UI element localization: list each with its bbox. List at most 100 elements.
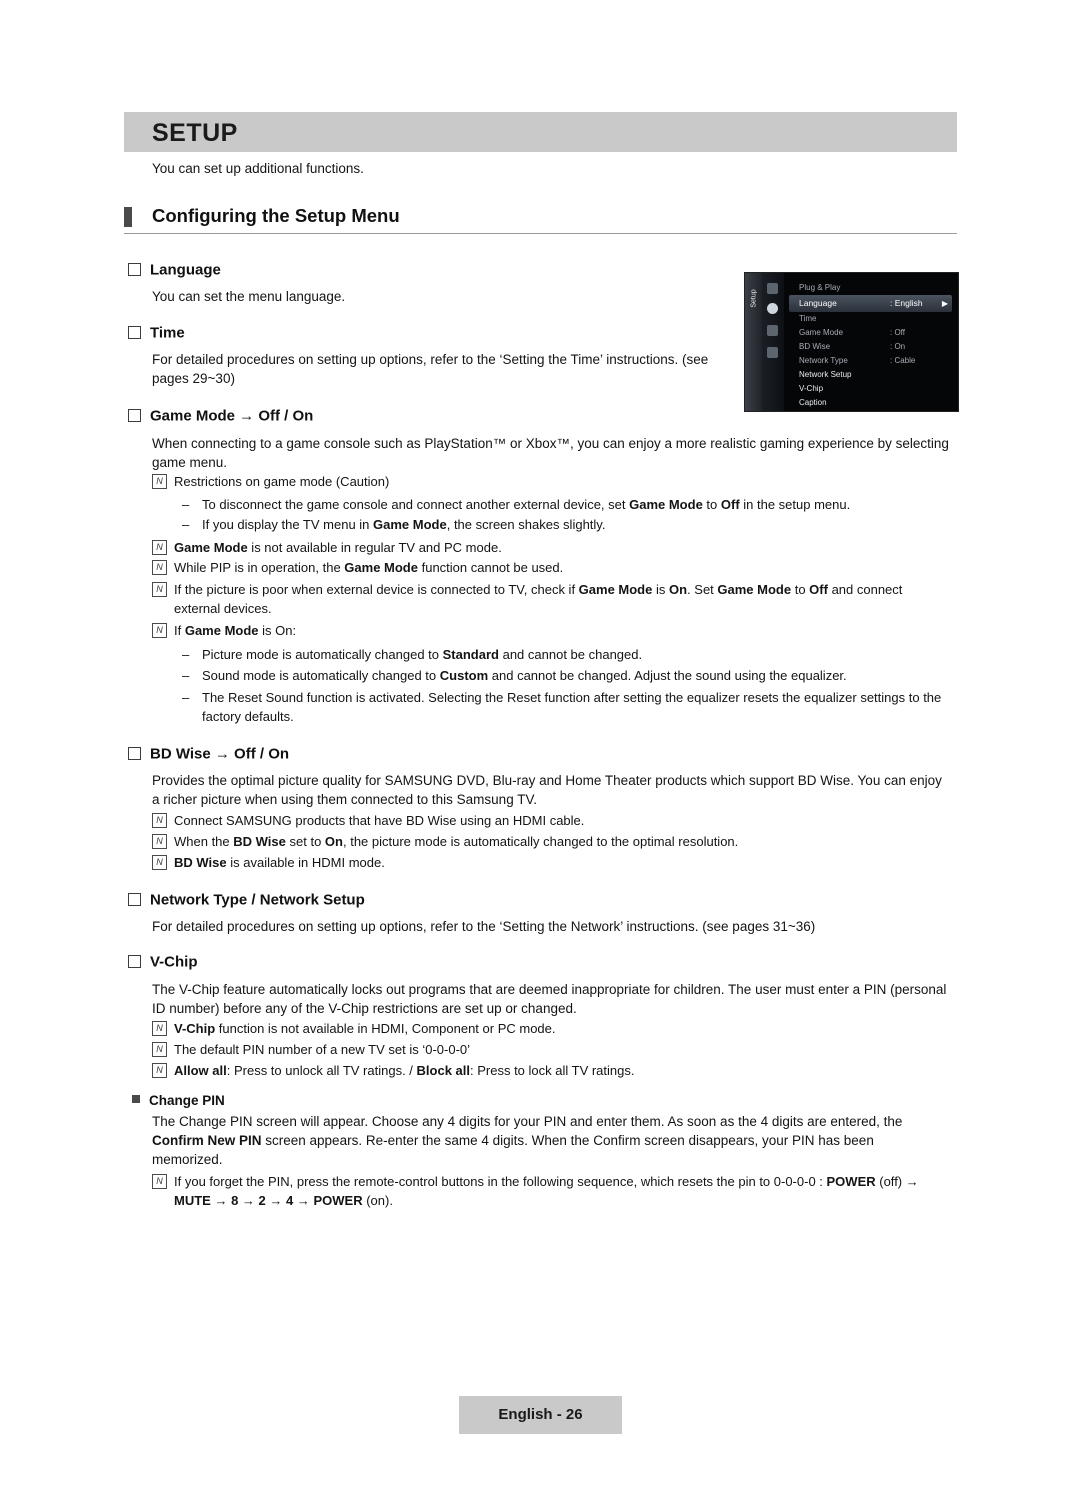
osd-screenshot: Setup Plug & Play Language : English ▶ T… bbox=[744, 272, 959, 412]
osd-icon-input bbox=[767, 347, 778, 358]
note-forgot-pin: N If you forget the PIN, press the remot… bbox=[152, 1172, 942, 1210]
dash-item-picture-mode: – Picture mode is automatically changed … bbox=[182, 645, 942, 664]
note-game-mode-pip: N While PIP is in operation, the Game Mo… bbox=[152, 558, 942, 577]
note-icon: N bbox=[152, 582, 167, 597]
note-text: Restrictions on game mode (Caution) bbox=[174, 474, 390, 489]
bullet-box-icon bbox=[128, 408, 141, 422]
paragraph-change-pin: The Change PIN screen will appear. Choos… bbox=[152, 1114, 903, 1167]
note-text: Connect SAMSUNG products that have BD Wi… bbox=[174, 813, 585, 828]
note-text: Allow all: Press to unlock all TV rating… bbox=[174, 1063, 635, 1078]
note-v-chip-default-pin: N The default PIN number of a new TV set… bbox=[152, 1040, 942, 1059]
note-text: If you forget the PIN, press the remote-… bbox=[174, 1174, 919, 1208]
dash-item-disconnect-console: – To disconnect the game console and con… bbox=[182, 495, 942, 514]
note-text: BD Wise is available in HDMI mode. bbox=[174, 855, 385, 870]
dash-item-sound-mode: – Sound mode is automatically changed to… bbox=[182, 666, 942, 685]
note-text: If the picture is poor when external dev… bbox=[174, 582, 903, 616]
subheading-game-mode: Game Mode → Off / On bbox=[128, 407, 313, 425]
note-game-mode-poor-picture: N If the picture is poor when external d… bbox=[152, 580, 942, 618]
dash-item-tv-menu-shake: – If you display the TV menu in Game Mod… bbox=[182, 515, 942, 534]
osd-row-value: : English bbox=[890, 298, 923, 308]
note-text: Game Mode is not available in regular TV… bbox=[174, 540, 502, 555]
page-footer: English - 26 bbox=[459, 1396, 622, 1434]
subheading-label: BD Wise → Off / On bbox=[150, 745, 290, 763]
osd-row-plug-play: Plug & Play bbox=[789, 281, 954, 295]
osd-row-label: Network Type bbox=[799, 356, 848, 365]
section-accent-bar bbox=[124, 207, 132, 227]
subheading-label: Network Type / Network Setup bbox=[150, 891, 365, 909]
paragraph-bd-wise: Provides the optimal picture quality for… bbox=[152, 773, 942, 807]
section-divider bbox=[124, 233, 957, 234]
osd-row-caption: Caption bbox=[789, 396, 954, 410]
note-icon: N bbox=[152, 1021, 167, 1036]
note-icon: N bbox=[152, 1042, 167, 1057]
page-number-label: English - 26 bbox=[498, 1406, 583, 1423]
note-text: V-Chip function is not available in HDMI… bbox=[174, 1021, 556, 1036]
dash-marker: – bbox=[182, 668, 190, 683]
osd-row-game-mode: Game Mode : Off bbox=[789, 326, 954, 340]
paragraph-network: For detailed procedures on setting up op… bbox=[152, 919, 816, 934]
dash-text: Picture mode is automatically changed to… bbox=[202, 647, 643, 662]
osd-row-label: V-Chip bbox=[799, 384, 824, 393]
osd-icon-picture bbox=[767, 283, 778, 294]
osd-row-value: : On bbox=[890, 342, 906, 351]
paragraph-time: For detailed procedures on setting up op… bbox=[152, 352, 709, 386]
note-game-mode-restrictions: N Restrictions on game mode (Caution) bbox=[152, 472, 942, 491]
note-text: When the BD Wise set to On, the picture … bbox=[174, 834, 739, 849]
subheading-label: Language bbox=[150, 261, 221, 279]
note-icon: N bbox=[152, 834, 167, 849]
dash-marker: – bbox=[182, 647, 190, 662]
subheading-bd-wise: BD Wise → Off / On bbox=[128, 745, 289, 763]
note-game-mode-not-available: N Game Mode is not available in regular … bbox=[152, 538, 942, 557]
document-page: SETUP You can set up additional function… bbox=[0, 0, 1080, 1488]
paragraph-game-mode: When connecting to a game console such a… bbox=[152, 436, 949, 470]
osd-row-language: Language : English ▶ bbox=[789, 295, 952, 312]
dash-marker: – bbox=[182, 690, 190, 705]
note-icon: N bbox=[152, 1063, 167, 1078]
note-text: The default PIN number of a new TV set i… bbox=[174, 1042, 471, 1057]
section-heading-label: Configuring the Setup Menu bbox=[152, 205, 400, 226]
osd-row-value: : Off bbox=[890, 328, 905, 337]
osd-sidebar: Setup bbox=[745, 273, 762, 411]
subheading-label: Change PIN bbox=[149, 1092, 225, 1108]
note-bd-wise-hdmi-cable: N Connect SAMSUNG products that have BD … bbox=[152, 811, 942, 830]
subheading-time: Time bbox=[128, 324, 185, 342]
dash-marker: – bbox=[182, 517, 190, 532]
note-icon: N bbox=[152, 813, 167, 828]
osd-row-label: Network Setup bbox=[799, 370, 852, 379]
osd-row-network-setup: Network Setup bbox=[789, 368, 954, 382]
note-v-chip-not-available: N V-Chip function is not available in HD… bbox=[152, 1019, 942, 1038]
subheading-language: Language bbox=[128, 261, 221, 279]
subheading-network: Network Type / Network Setup bbox=[128, 891, 365, 909]
note-icon: N bbox=[152, 623, 167, 638]
bullet-box-icon bbox=[128, 746, 141, 760]
dash-item-reset-sound: – The Reset Sound function is activated.… bbox=[182, 688, 942, 726]
note-icon: N bbox=[152, 540, 167, 555]
subheading-label: Time bbox=[150, 324, 185, 342]
osd-sidebar-label: Setup bbox=[750, 289, 758, 308]
osd-row-label: Plug & Play bbox=[799, 283, 841, 292]
osd-row-network-type: Network Type : Cable bbox=[789, 354, 954, 368]
osd-row-value: : Cable bbox=[890, 356, 916, 365]
bullet-box-icon bbox=[128, 262, 141, 276]
osd-menu-list: Plug & Play Language : English ▶ Time Ga… bbox=[789, 281, 954, 410]
osd-row-label: Game Mode bbox=[799, 328, 844, 337]
dash-text: Sound mode is automatically changed to C… bbox=[202, 668, 847, 683]
note-game-mode-on: N If Game Mode is On: bbox=[152, 621, 942, 640]
note-icon: N bbox=[152, 855, 167, 870]
note-text: While PIP is in operation, the Game Mode… bbox=[174, 560, 564, 575]
dash-text: The Reset Sound function is activated. S… bbox=[202, 690, 942, 724]
osd-row-label: Caption bbox=[799, 398, 827, 407]
dash-marker: – bbox=[182, 497, 190, 512]
subheading-change-pin: Change PIN bbox=[132, 1092, 225, 1108]
osd-icon-setup bbox=[767, 303, 778, 314]
intro-text: You can set up additional functions. bbox=[152, 161, 364, 176]
osd-row-label: BD Wise bbox=[799, 342, 831, 351]
page-header-band: SETUP bbox=[124, 112, 957, 152]
note-bd-wise-hdmi-mode: N BD Wise is available in HDMI mode. bbox=[152, 853, 942, 872]
page-title: SETUP bbox=[152, 119, 238, 147]
bullet-box-icon bbox=[128, 954, 141, 968]
osd-row-time: Time bbox=[789, 312, 954, 326]
note-icon: N bbox=[152, 474, 167, 489]
note-icon: N bbox=[152, 560, 167, 575]
subheading-label: Game Mode → Off / On bbox=[150, 407, 314, 425]
